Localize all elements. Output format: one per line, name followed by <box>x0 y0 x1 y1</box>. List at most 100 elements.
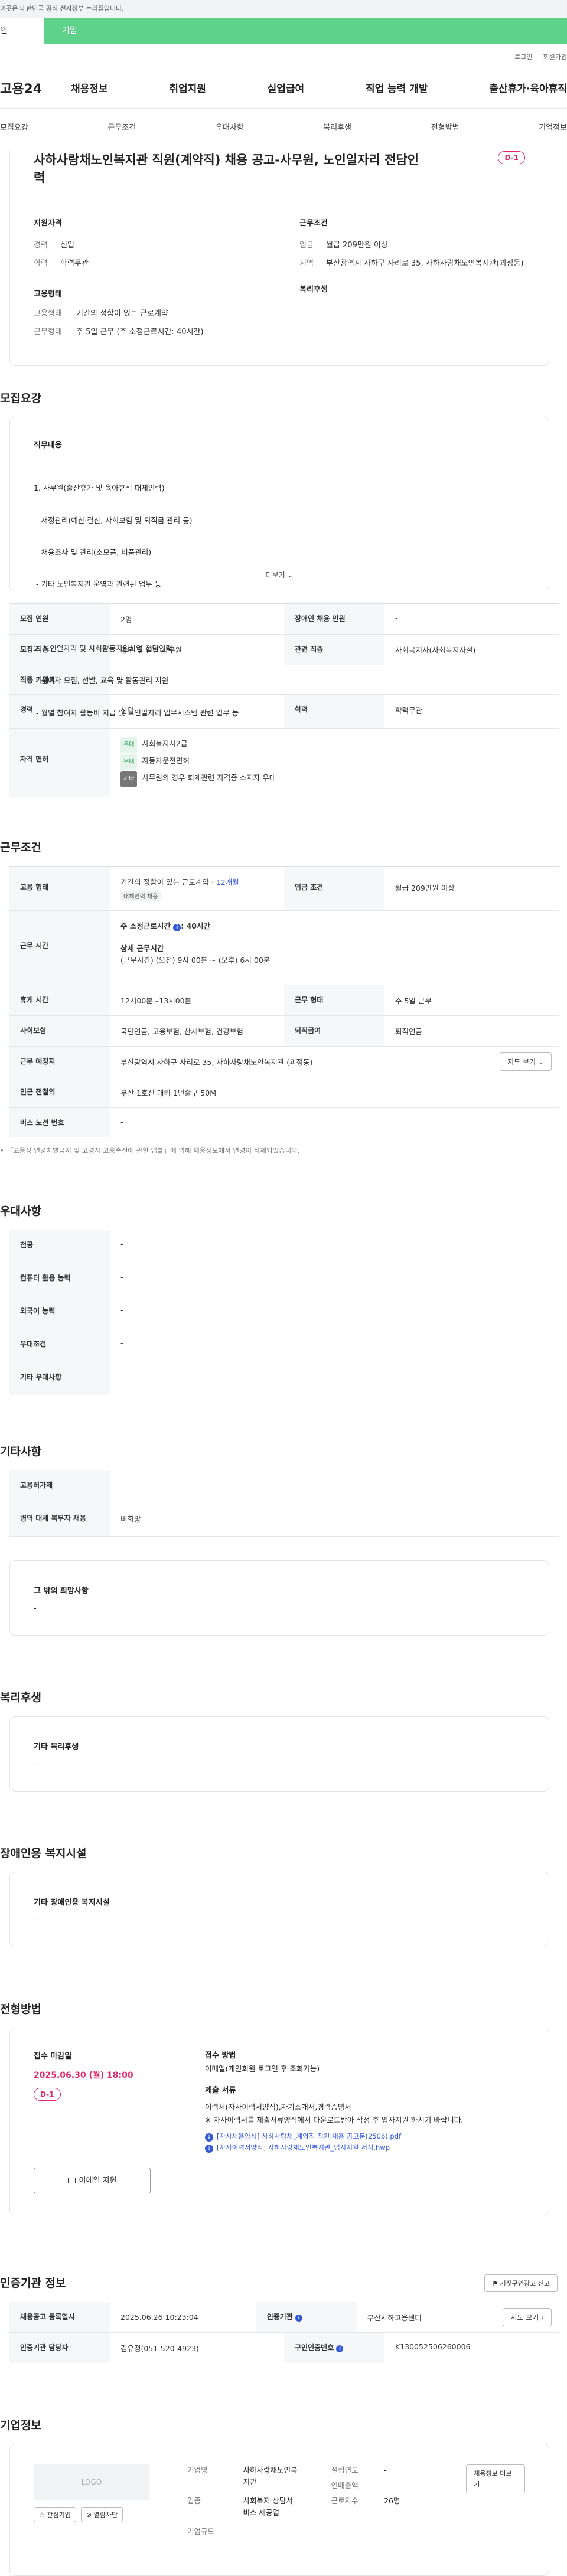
table-row: 채용공고 등록일시 2025.06.26 10:23:04 인증기관 i 부산사… <box>9 2302 559 2333</box>
section-nav-company[interactable]: 기업정보 <box>539 121 567 132</box>
dday-badge: D-1 <box>34 2088 61 2101</box>
agency-section-title: 인증기관 정보 <box>0 2277 66 2290</box>
section-nav-welfare[interactable]: 복리후생 <box>323 121 351 132</box>
pref-section: 우대사항 전공 - 컴퓨터 활용 능력 - 외국어 능력 - 우대조건 - 기타 우대사… <box>0 1202 567 1395</box>
report-fake-ad-button[interactable]: ⚑ 거짓구인광고 신고 <box>484 2274 558 2292</box>
flag-icon: ⚑ <box>492 2280 498 2287</box>
star-icon: ☆ <box>39 2511 45 2519</box>
section-nav-recruit[interactable]: 모집요강 <box>0 121 28 132</box>
chevron-right-icon: › <box>541 2313 544 2322</box>
duty-title: 직무내용 <box>34 441 62 450</box>
download-icon: ↓ <box>205 2133 213 2142</box>
signup-link[interactable]: 회원가입 <box>543 52 567 67</box>
gov-banner: 이곳은 대한민국 공식 전자정부 누리집입니다. <box>0 0 567 18</box>
section-nav-process[interactable]: 전형방법 <box>431 121 460 132</box>
block-company-button[interactable]: ⊘ 열람차단 <box>80 2507 123 2522</box>
map-button[interactable]: 지도 보기 ⌄ <box>500 1052 552 1071</box>
email-apply-button[interactable]: 이메일 지원 <box>34 2168 151 2193</box>
company-name: 사하사랑채노인복 지관 <box>243 2466 298 2486</box>
info-icon[interactable]: i <box>336 2345 344 2352</box>
work-section: 근무조건 고용 형태 기간의 정함이 있는 근로계약 · 12개월 대체인력 채… <box>0 839 567 1155</box>
chevron-down-icon: ⌄ <box>287 571 294 579</box>
welfare-section-title: 복리후생 <box>0 1691 41 1704</box>
substitute-tag: 대체인력 채용 <box>120 891 161 901</box>
welfare-title: 복리후생 <box>299 285 328 294</box>
table-row: 고용허가제 - <box>9 1470 559 1503</box>
company-jobs-button[interactable]: 채용정보 더보기 <box>466 2464 526 2494</box>
info-icon[interactable]: i <box>295 2315 303 2322</box>
table-row: 전공 - <box>9 1230 559 1263</box>
dday-badge: D-1 <box>498 151 525 164</box>
gnb-item-training[interactable]: 직업 능력 개발 <box>366 80 428 95</box>
work-place: 부산광역시 사하구 사리로 35, 사하사랑채노인복지관 (괴정동) <box>120 1058 313 1067</box>
tab-company[interactable]: 기업 <box>44 18 567 44</box>
process-card: 접수 마감일 2025.06.30 (월) 18:00 D-1 이메일 지원 접… <box>9 2028 549 2215</box>
site-logo[interactable]: 고용24 <box>0 79 71 97</box>
block-icon: ⊘ <box>86 2511 92 2519</box>
table-row: 사회보험 국민연금, 고용보험, 산재보험, 건강보험 퇴직급여 퇴직연금 <box>9 1016 559 1047</box>
process-section-title: 전형방법 <box>0 2003 41 2016</box>
table-row: 기타 우대사항 - <box>9 1362 559 1395</box>
agency-table: 채용공고 등록일시 2025.06.26 10:23:04 인증기관 i 부산사… <box>9 2302 559 2363</box>
info-icon[interactable]: i <box>173 924 181 931</box>
section-nav-preferences[interactable]: 우대사항 <box>216 121 244 132</box>
table-row: 근무 시간 주 소정근로시간 i: 40시간 상세 근무시간 (근무시간) (오… <box>9 911 559 985</box>
career-value: 신입 <box>60 240 74 250</box>
work-table: 고용 형태 기간의 정함이 있는 근로계약 · 12개월 대체인력 채용 임금 … <box>9 866 559 1137</box>
attachment-link[interactable]: ↓ [자사이력서양식] 사하사랑채노인복지관_입사지원 서식.hwp <box>205 2142 525 2154</box>
global-nav: 고용24 채용정보 취업지원 실업급여 직업 능력 개발 출산휴가·육아휴직 <box>0 67 567 109</box>
table-row: 외국어 능력 - <box>9 1296 559 1329</box>
gnb-item-employment-support[interactable]: 취업지원 <box>169 80 206 95</box>
region-value: 부산광역시 사하구 사리로 35, 사하사랑채노인복지관(괴정동) <box>326 259 524 269</box>
table-row: 버스 노선 번호 - <box>9 1108 559 1137</box>
disability-section-title: 장애인용 복지시설 <box>0 1847 87 1860</box>
gnb-item-unemployment-benefit[interactable]: 실업급여 <box>268 80 305 95</box>
education-value: 학력무관 <box>60 259 89 269</box>
tab-individual[interactable]: 인 <box>0 18 44 44</box>
cond-title: 근무조건 <box>299 218 328 228</box>
company-section-title: 기업정보 <box>0 2419 41 2432</box>
age-notice: • 「고용상 연령차별금지 및 고령자 고용촉진에 관한 법률」에 의해 채용정… <box>0 1146 300 1155</box>
mail-icon <box>67 2178 76 2183</box>
table-row: 인근 전철역 부산 1호선 대티 1번출구 50M <box>9 1077 559 1108</box>
welfare-section: 복리후생 기타 복리후생 - <box>0 1689 567 1792</box>
employee-count: 26명 <box>384 2496 400 2505</box>
work-section-title: 근무조건 <box>0 841 41 854</box>
pref-table: 전공 - 컴퓨터 활용 능력 - 외국어 능력 - 우대조건 - 기타 우대사항 - <box>9 1230 559 1395</box>
section-nav: 모집요강 근무조건 우대사항 복리후생 전형방법 기업정보 <box>0 109 567 145</box>
favorite-company-button[interactable]: ☆ 관심기업 <box>34 2507 76 2522</box>
table-row: 인증기관 담당자 김유정(051-520-4923) 구인인증번호 i K130… <box>9 2333 559 2363</box>
agency-section: 인증기관 정보 ⚑ 거짓구인광고 신고 채용공고 등록일시 2025.06.26… <box>0 2274 567 2363</box>
etc-table: 고용허가제 - 병역 대체 복무자 채용 비희망 <box>9 1470 559 1537</box>
wage-value: 월급 209만원 이상 <box>326 240 388 250</box>
deadline-value: 2025.06.30 (월) 18:00 <box>34 2071 133 2080</box>
company-card: LOGO ☆ 관심기업 ⊘ 열람차단 기업명 업종 기업규모 사하사랑채노인복 지… <box>9 2444 549 2576</box>
table-row: 우대조건 - <box>9 1329 559 1362</box>
chevron-down-icon: ⌄ <box>537 1058 544 1066</box>
emp-title: 고용형태 <box>34 289 62 299</box>
gnb-item-jobs[interactable]: 채용정보 <box>71 80 108 95</box>
login-link[interactable]: 로그인 <box>514 52 532 67</box>
disability-section: 장애인용 복지시설 기타 장애인용 복지시설 - <box>0 1845 567 1947</box>
qual-title: 지원자격 <box>34 218 62 228</box>
pref-section-title: 우대사항 <box>0 1205 41 1218</box>
process-section: 전형방법 접수 마감일 2025.06.30 (월) 18:00 D-1 이메일… <box>0 2000 567 2215</box>
company-section: 기업정보 LOGO ☆ 관심기업 ⊘ 열람차단 기업명 업종 기업규모 사하사랑… <box>0 2417 567 2576</box>
recruit-section: 모집요강 직무내용 1. 사무원(출산휴가 및 육아휴직 대체인력) - 재정관… <box>0 390 567 797</box>
gnb-item-parental-leave[interactable]: 출산휴가·육아휴직 <box>489 80 567 95</box>
agency-map-button[interactable]: 지도 보기 › <box>503 2308 552 2326</box>
recruit-section-title: 모집요강 <box>0 392 41 405</box>
section-nav-conditions[interactable]: 근무조건 <box>107 121 136 132</box>
welfare-box: 기타 복리후생 - <box>9 1716 549 1792</box>
company-logo: LOGO <box>34 2464 149 2500</box>
site-tabs: 인 기업 <box>0 18 567 44</box>
duty-content: 1. 사무원(출산휴가 및 육아휴직 대체인력) - 재정관리(예산·결산, 사… <box>34 483 239 717</box>
job-title: 사하사랑채노인복지관 직원(계약직) 채용 공고-사무원, 노인일자리 전담인 … <box>34 153 419 185</box>
table-row: 근무 예정지 부산광역시 사하구 사리로 35, 사하사랑채노인복지관 (괴정동… <box>9 1047 559 1077</box>
more-button[interactable]: 더보기 ⌄ <box>10 558 549 591</box>
disability-box: 기타 장애인용 복지시설 - <box>9 1872 549 1947</box>
job-summary-card: 사하사랑채노인복지관 직원(계약직) 채용 공고-사무원, 노인일자리 전담인 … <box>9 151 549 366</box>
attachment-link[interactable]: ↓ [자사채용양식] 사하사랑채_계약직 직원 채용 공고문(2506).pdf <box>205 2131 525 2143</box>
etc-section-title: 기타사항 <box>0 1445 41 1458</box>
utility-links: 로그인 회원가입 <box>0 44 567 67</box>
